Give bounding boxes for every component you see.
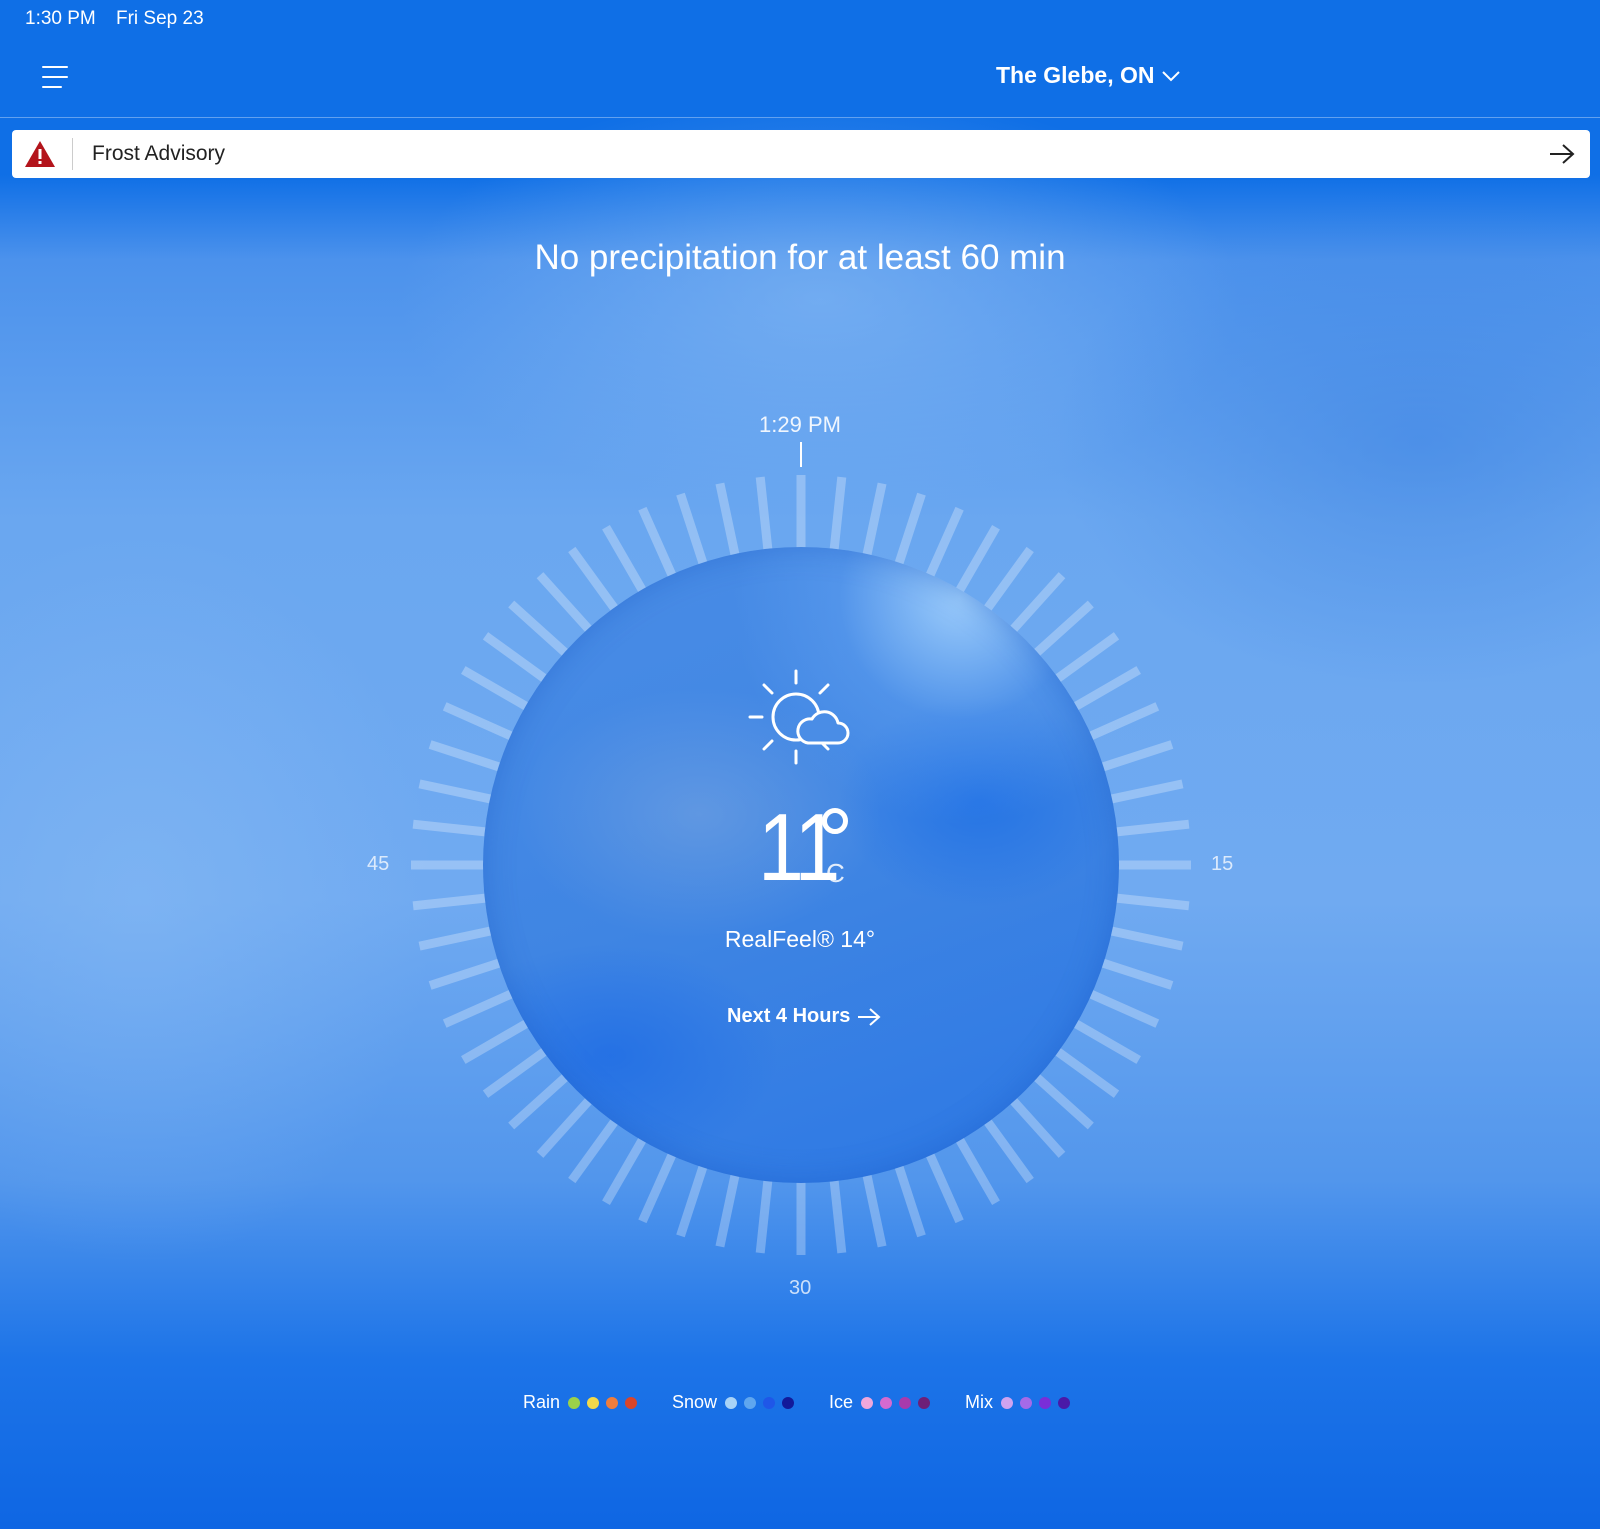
legend-dot: [744, 1396, 757, 1409]
dial-tick: [894, 492, 926, 567]
legend-dot: [899, 1396, 912, 1409]
dial-tick: [461, 666, 531, 712]
legend-dot: [763, 1396, 776, 1409]
dial-tick: [536, 572, 594, 634]
legend-dot: [918, 1396, 931, 1409]
dial-tick: [982, 1117, 1034, 1184]
dial-tick: [829, 476, 847, 553]
legend-label: Snow: [671, 1392, 718, 1412]
next-hours-label: Next 4 Hours: [727, 1005, 851, 1027]
temperature-unit: C: [826, 858, 845, 888]
dial-tick: [1113, 893, 1190, 911]
next-4-hours-link[interactable]: Next 4 Hours: [727, 1005, 882, 1028]
dial-label-15: 15: [1211, 853, 1234, 875]
dial-tick: [1032, 600, 1094, 658]
dial-tick: [862, 1172, 887, 1248]
dial-tick: [924, 506, 964, 580]
dial-tick: [602, 525, 648, 595]
dial-tick: [755, 476, 773, 553]
legend-dot: [725, 1396, 738, 1409]
dial-tick: [508, 600, 570, 658]
dial-tick: [428, 740, 503, 772]
dial-tick: [1099, 740, 1174, 772]
legend-dot: [567, 1396, 580, 1409]
dial-tick: [508, 1072, 570, 1130]
legend-group-rain: Rain: [523, 1392, 644, 1413]
dial-tick: [755, 1177, 773, 1254]
legend-label: Ice: [829, 1392, 854, 1412]
partly-sunny-icon: [748, 669, 850, 765]
dial-tick: [1113, 819, 1190, 837]
dial-tick: [676, 1163, 708, 1238]
dial-tick: [829, 1177, 847, 1254]
dial-tick: [982, 546, 1034, 613]
legend-label: Rain: [522, 1392, 560, 1412]
legend-dot: [861, 1396, 874, 1409]
dial-tick: [482, 632, 549, 684]
dial-tick: [1108, 779, 1184, 804]
dial-tick: [1099, 958, 1174, 990]
dial-tick: [1008, 1096, 1066, 1158]
precipitation-legend: Rain Snow Ice Mix: [0, 1392, 1600, 1413]
dial-label-30: 30: [789, 1277, 812, 1299]
legend-dot: [1039, 1396, 1052, 1409]
legend-group-ice: Ice: [829, 1392, 937, 1413]
arrow-right-icon: [858, 1007, 881, 1026]
dial-tick: [924, 1150, 964, 1224]
dial-tick: [638, 1150, 678, 1224]
dial-tick: [1086, 988, 1160, 1028]
legend-dot: [605, 1396, 618, 1409]
dial-label-45: 45: [367, 853, 390, 875]
legend-dot: [1020, 1396, 1033, 1409]
dial-tick: [715, 482, 740, 558]
dial-tick: [412, 819, 489, 837]
legend-dot: [1058, 1396, 1071, 1409]
legend-dot: [586, 1396, 599, 1409]
dial-tick: [1053, 1046, 1120, 1098]
dial-tick: [536, 1096, 594, 1158]
dial-tick: [954, 1135, 1000, 1205]
degree-symbol: [822, 808, 848, 834]
dial-tick: [638, 506, 678, 580]
dial-tick: [568, 546, 620, 613]
dial-tick: [412, 893, 489, 911]
legend-dot: [1001, 1396, 1014, 1409]
dial-tick: [954, 525, 1000, 595]
dial-tick: [715, 1172, 740, 1248]
dial-tick: [1071, 1018, 1141, 1064]
dial-tick: [1086, 702, 1160, 742]
realfeel-temperature: RealFeel® 14°: [724, 926, 876, 952]
dial-tick: [862, 482, 887, 558]
dial-tick: [1053, 632, 1120, 684]
legend-dot: [880, 1396, 893, 1409]
dial-tick: [676, 492, 708, 567]
dial-tick: [442, 702, 516, 742]
legend-group-mix: Mix: [965, 1392, 1077, 1413]
dial-tick: [461, 1018, 531, 1064]
dial-tick: [418, 779, 494, 804]
dial-tick: [482, 1046, 549, 1098]
legend-label: Mix: [965, 1392, 994, 1412]
dial-tick: [1032, 1072, 1094, 1130]
dial-tick: [442, 988, 516, 1028]
dial-tick: [568, 1117, 620, 1184]
dial-tick: [1071, 666, 1141, 712]
dial-tick: [1008, 572, 1066, 634]
legend-group-snow: Snow: [672, 1392, 801, 1413]
legend-dot: [624, 1396, 637, 1409]
dial-tick: [894, 1163, 926, 1238]
dial-tick: [602, 1135, 648, 1205]
legend-dot: [782, 1396, 795, 1409]
dial-tick: [428, 958, 503, 990]
